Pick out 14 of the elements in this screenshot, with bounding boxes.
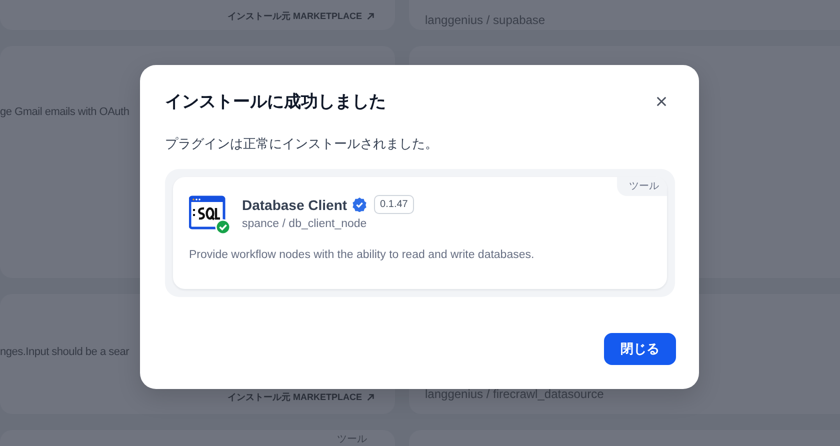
marketplace-link[interactable]: インストール元 MARKETPLACE [228,391,375,404]
dialog-message: プラグインは正常にインストールされました。 [165,135,439,153]
marketplace-link[interactable]: インストール元 MARKETPLACE [228,10,375,23]
close-button[interactable]: 閉じる [604,333,676,365]
category-tag: ツール [617,177,667,196]
dialog-title: インストールに成功しました [165,90,386,112]
version-badge: 0.1.47 [374,195,414,214]
external-link-icon [366,393,375,402]
plugin-name: Database Client [242,196,348,212]
plugin-description: Provide workflow nodes with the ability to read and write databases. [189,249,536,261]
plugin-author: spance / db_client_node [242,218,368,230]
plugin-description: ge Gmail emails with OAuth [0,106,130,118]
external-link-icon [366,12,375,21]
plugin-description: nges.Input should be a sear [0,346,130,358]
